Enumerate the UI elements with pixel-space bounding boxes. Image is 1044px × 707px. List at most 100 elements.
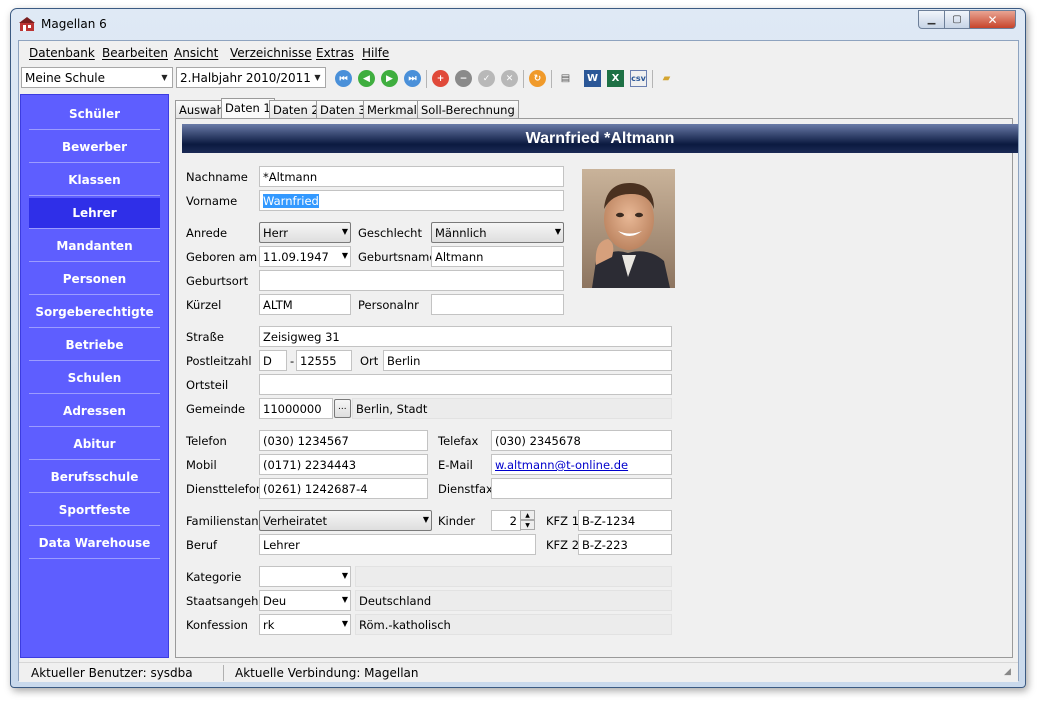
prev-record-icon[interactable]: ◀: [358, 70, 375, 87]
menu-bearbeiten[interactable]: Bearbeiten: [102, 46, 168, 60]
school-select-value: Meine Schule: [25, 71, 106, 85]
chevron-down-icon: ▼: [422, 515, 429, 524]
vorname-field[interactable]: Warnfried: [259, 190, 564, 211]
gemeinde-code-field[interactable]: 11000000: [259, 398, 333, 419]
plz-country-field[interactable]: D: [259, 350, 287, 371]
spin-down-icon[interactable]: ▼: [520, 520, 535, 530]
toolbar-separator: [551, 70, 552, 88]
geburtsname-field[interactable]: Altmann: [431, 246, 564, 267]
label-staatsangeh: Staatsangeh.: [186, 594, 263, 608]
kinder-spinner[interactable]: ▲ ▼: [520, 510, 535, 531]
status-bar: Aktueller Benutzer: sysdba Aktuelle Verb…: [19, 662, 1018, 682]
geboren-value: 11.09.1947: [263, 250, 329, 264]
plz-field[interactable]: 12555: [296, 350, 352, 371]
geboren-date-picker[interactable]: 11.09.1947 ▼: [259, 246, 351, 267]
sidebar-item-sorgeberechtigte[interactable]: Sorgeberechtigte: [29, 297, 160, 328]
kfz1-field[interactable]: B-Z-1234: [578, 510, 672, 531]
add-record-icon[interactable]: +: [432, 70, 449, 87]
school-select[interactable]: Meine Schule ▼: [21, 67, 173, 88]
sidebar-item-berufsschule[interactable]: Berufsschule: [29, 462, 160, 493]
sidebar-item-personen[interactable]: Personen: [29, 264, 160, 295]
spin-up-icon[interactable]: ▲: [520, 510, 535, 520]
sidebar-item-betriebe[interactable]: Betriebe: [29, 330, 160, 361]
menu-extras[interactable]: Extras: [316, 46, 354, 60]
term-select[interactable]: 2.Halbjahr 2010/2011 ▼: [176, 67, 326, 88]
geburtsort-field[interactable]: [259, 270, 564, 291]
label-kuerzel: Kürzel: [186, 298, 222, 312]
confirm-icon[interactable]: ✓: [478, 70, 495, 87]
staatsangeh-select[interactable]: Deu ▼: [259, 590, 351, 611]
mobil-field[interactable]: (0171) 2234443: [259, 454, 428, 475]
konfession-text-field: Röm.-katholisch: [355, 614, 672, 635]
delete-record-icon[interactable]: −: [455, 70, 472, 87]
status-user: Aktueller Benutzer: sysdba: [31, 666, 193, 680]
print-icon[interactable]: ▤: [557, 70, 574, 87]
telefax-field[interactable]: (030) 2345678: [491, 430, 672, 451]
resize-grip-icon[interactable]: ◢: [1004, 667, 1011, 677]
first-record-icon[interactable]: ⏮: [335, 70, 352, 87]
label-nachname: Nachname: [186, 170, 248, 184]
sidebar-item-schueler[interactable]: Schüler: [29, 99, 160, 130]
familienstand-select[interactable]: Verheiratet ▼: [259, 510, 432, 531]
staatsangeh-text-field: Deutschland: [355, 590, 672, 611]
kategorie-select[interactable]: ▼: [259, 566, 351, 587]
cancel-icon[interactable]: ✕: [501, 70, 518, 87]
sidebar-item-data-warehouse[interactable]: Data Warehouse: [29, 528, 160, 559]
telefon-field[interactable]: (030) 1234567: [259, 430, 428, 451]
label-strasse: Straße: [186, 330, 224, 344]
label-ort: Ort: [360, 354, 379, 368]
geschlecht-select[interactable]: Männlich ▼: [431, 222, 564, 243]
kfz2-field[interactable]: B-Z-223: [578, 534, 672, 555]
sidebar-item-schulen[interactable]: Schulen: [29, 363, 160, 394]
konfession-value: rk: [263, 618, 275, 632]
beruf-field[interactable]: Lehrer: [259, 534, 536, 555]
label-email: E-Mail: [438, 458, 473, 472]
diensttelefon-field[interactable]: (0261) 1242687-4: [259, 478, 428, 499]
excel-export-icon[interactable]: X: [607, 70, 624, 87]
tab-daten-1[interactable]: Daten 1: [221, 98, 275, 119]
label-kategorie: Kategorie: [186, 570, 242, 584]
menu-verzeichnisse[interactable]: Verzeichnisse: [230, 46, 312, 60]
menu-ansicht[interactable]: Ansicht: [174, 46, 218, 60]
sidebar-item-mandanten[interactable]: Mandanten: [29, 231, 160, 262]
dienstfax-field[interactable]: [491, 478, 672, 499]
label-konfession: Konfession: [186, 618, 248, 632]
csv-export-icon[interactable]: csv: [630, 70, 647, 87]
personalnr-field[interactable]: [431, 294, 564, 315]
label-plz: Postleitzahl: [186, 354, 252, 368]
strasse-field[interactable]: Zeisigweg 31: [259, 326, 672, 347]
kinder-field[interactable]: 2: [491, 510, 521, 531]
menu-datenbank[interactable]: Datenbank: [29, 46, 95, 60]
word-export-icon[interactable]: W: [584, 70, 601, 87]
open-folder-icon[interactable]: ▰: [658, 70, 675, 87]
email-link[interactable]: w.altmann@t-online.de: [495, 458, 628, 472]
maximize-button[interactable]: ▢: [944, 10, 970, 29]
menu-hilfe[interactable]: Hilfe: [362, 46, 389, 60]
chevron-down-icon: ▼: [161, 73, 168, 82]
sidebar-item-adressen[interactable]: Adressen: [29, 396, 160, 427]
nachname-field[interactable]: *Altmann: [259, 166, 564, 187]
sidebar-item-klassen[interactable]: Klassen: [29, 165, 160, 196]
tab-soll-berechnung[interactable]: Soll-Berechnung: [417, 100, 519, 118]
sidebar-item-lehrer[interactable]: Lehrer: [29, 198, 160, 229]
term-select-value: 2.Halbjahr 2010/2011: [180, 71, 311, 85]
ortsteil-field[interactable]: [259, 374, 672, 395]
kuerzel-field[interactable]: ALTM: [259, 294, 351, 315]
anrede-select[interactable]: Herr ▼: [259, 222, 351, 243]
konfession-select[interactable]: rk ▼: [259, 614, 351, 635]
last-record-icon[interactable]: ⏭: [404, 70, 421, 87]
refresh-icon[interactable]: ↻: [529, 70, 546, 87]
record-header: Warnfried *Altmann: [182, 124, 1018, 153]
tab-daten-2[interactable]: Daten 2: [269, 100, 323, 118]
email-field[interactable]: w.altmann@t-online.de: [491, 454, 672, 475]
close-button[interactable]: ✕: [969, 10, 1016, 29]
ort-field[interactable]: Berlin: [383, 350, 672, 371]
sidebar-item-bewerber[interactable]: Bewerber: [29, 132, 160, 163]
minimize-button[interactable]: ▁: [918, 10, 945, 29]
sidebar-item-abitur[interactable]: Abitur: [29, 429, 160, 460]
gemeinde-browse-button[interactable]: ...: [334, 399, 351, 418]
tab-daten-3[interactable]: Daten 3: [316, 100, 370, 118]
sidebar-item-sportfeste[interactable]: Sportfeste: [29, 495, 160, 526]
next-record-icon[interactable]: ▶: [381, 70, 398, 87]
staatsangeh-value: Deu: [263, 594, 287, 608]
